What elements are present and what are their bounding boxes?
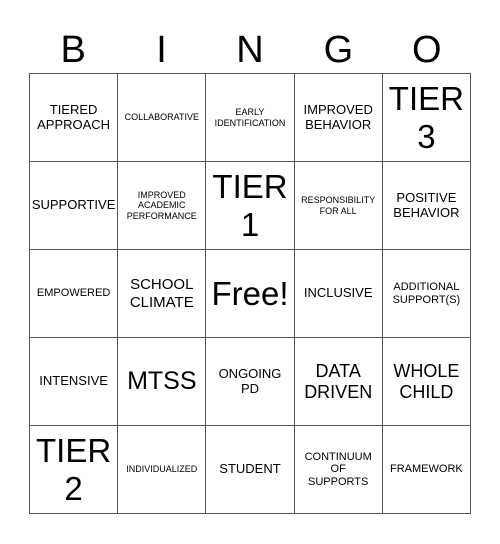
bingo-cell[interactable]: STUDENT xyxy=(206,426,295,514)
bingo-cell[interactable]: TIER 2 xyxy=(30,426,119,514)
bingo-cell[interactable]: ADDITIONAL SUPPORT(S) xyxy=(382,250,471,338)
bingo-cell[interactable]: TIERED APPROACH xyxy=(30,74,119,162)
bingo-cell[interactable]: CONTINUUM OF SUPPORTS xyxy=(294,426,383,514)
bingo-cell[interactable]: INCLUSIVE xyxy=(294,250,383,338)
bingo-cell[interactable]: TIER 1 xyxy=(206,162,295,250)
bingo-cell[interactable]: WHOLE CHILD xyxy=(382,338,471,426)
free-space-cell[interactable]: Free! xyxy=(206,250,295,338)
bingo-cell[interactable]: DATA DRIVEN xyxy=(294,338,383,426)
header-letter-g: G xyxy=(323,29,354,71)
bingo-cell[interactable]: SCHOOL CLIMATE xyxy=(118,250,207,338)
header-letter-i: I xyxy=(156,29,167,71)
bingo-cell[interactable]: IMPROVED ACADEMIC PERFORMANCE xyxy=(118,162,207,250)
bingo-cell[interactable]: INDIVIDUALIZED xyxy=(118,426,207,514)
header-letter-b: B xyxy=(60,29,86,71)
bingo-cell[interactable]: IMPROVED BEHAVIOR xyxy=(294,74,383,162)
bingo-cell[interactable]: TIER 3 xyxy=(382,74,471,162)
bingo-cell[interactable]: ONGOING PD xyxy=(206,338,295,426)
bingo-cell[interactable]: INTENSIVE xyxy=(30,338,119,426)
bingo-cell[interactable]: RESPONSIBILITY FOR ALL xyxy=(294,162,383,250)
bingo-cell[interactable]: POSITIVE BEHAVIOR xyxy=(382,162,471,250)
bingo-cell[interactable]: FRAMEWORK xyxy=(382,426,471,514)
bingo-cell[interactable]: SUPPORTIVE xyxy=(30,162,119,250)
bingo-cell[interactable]: COLLABORATIVE xyxy=(118,74,207,162)
bingo-header: B I N G O xyxy=(29,28,471,73)
bingo-cell[interactable]: EMPOWERED xyxy=(30,250,119,338)
bingo-cell[interactable]: EARLY IDENTIFICATION xyxy=(206,74,295,162)
bingo-card-grid: TIERED APPROACH COLLABORATIVE EARLY IDEN… xyxy=(29,73,471,514)
bingo-cell[interactable]: MTSS xyxy=(118,338,207,426)
header-letter-n: N xyxy=(236,29,264,71)
header-letter-o: O xyxy=(411,29,442,71)
